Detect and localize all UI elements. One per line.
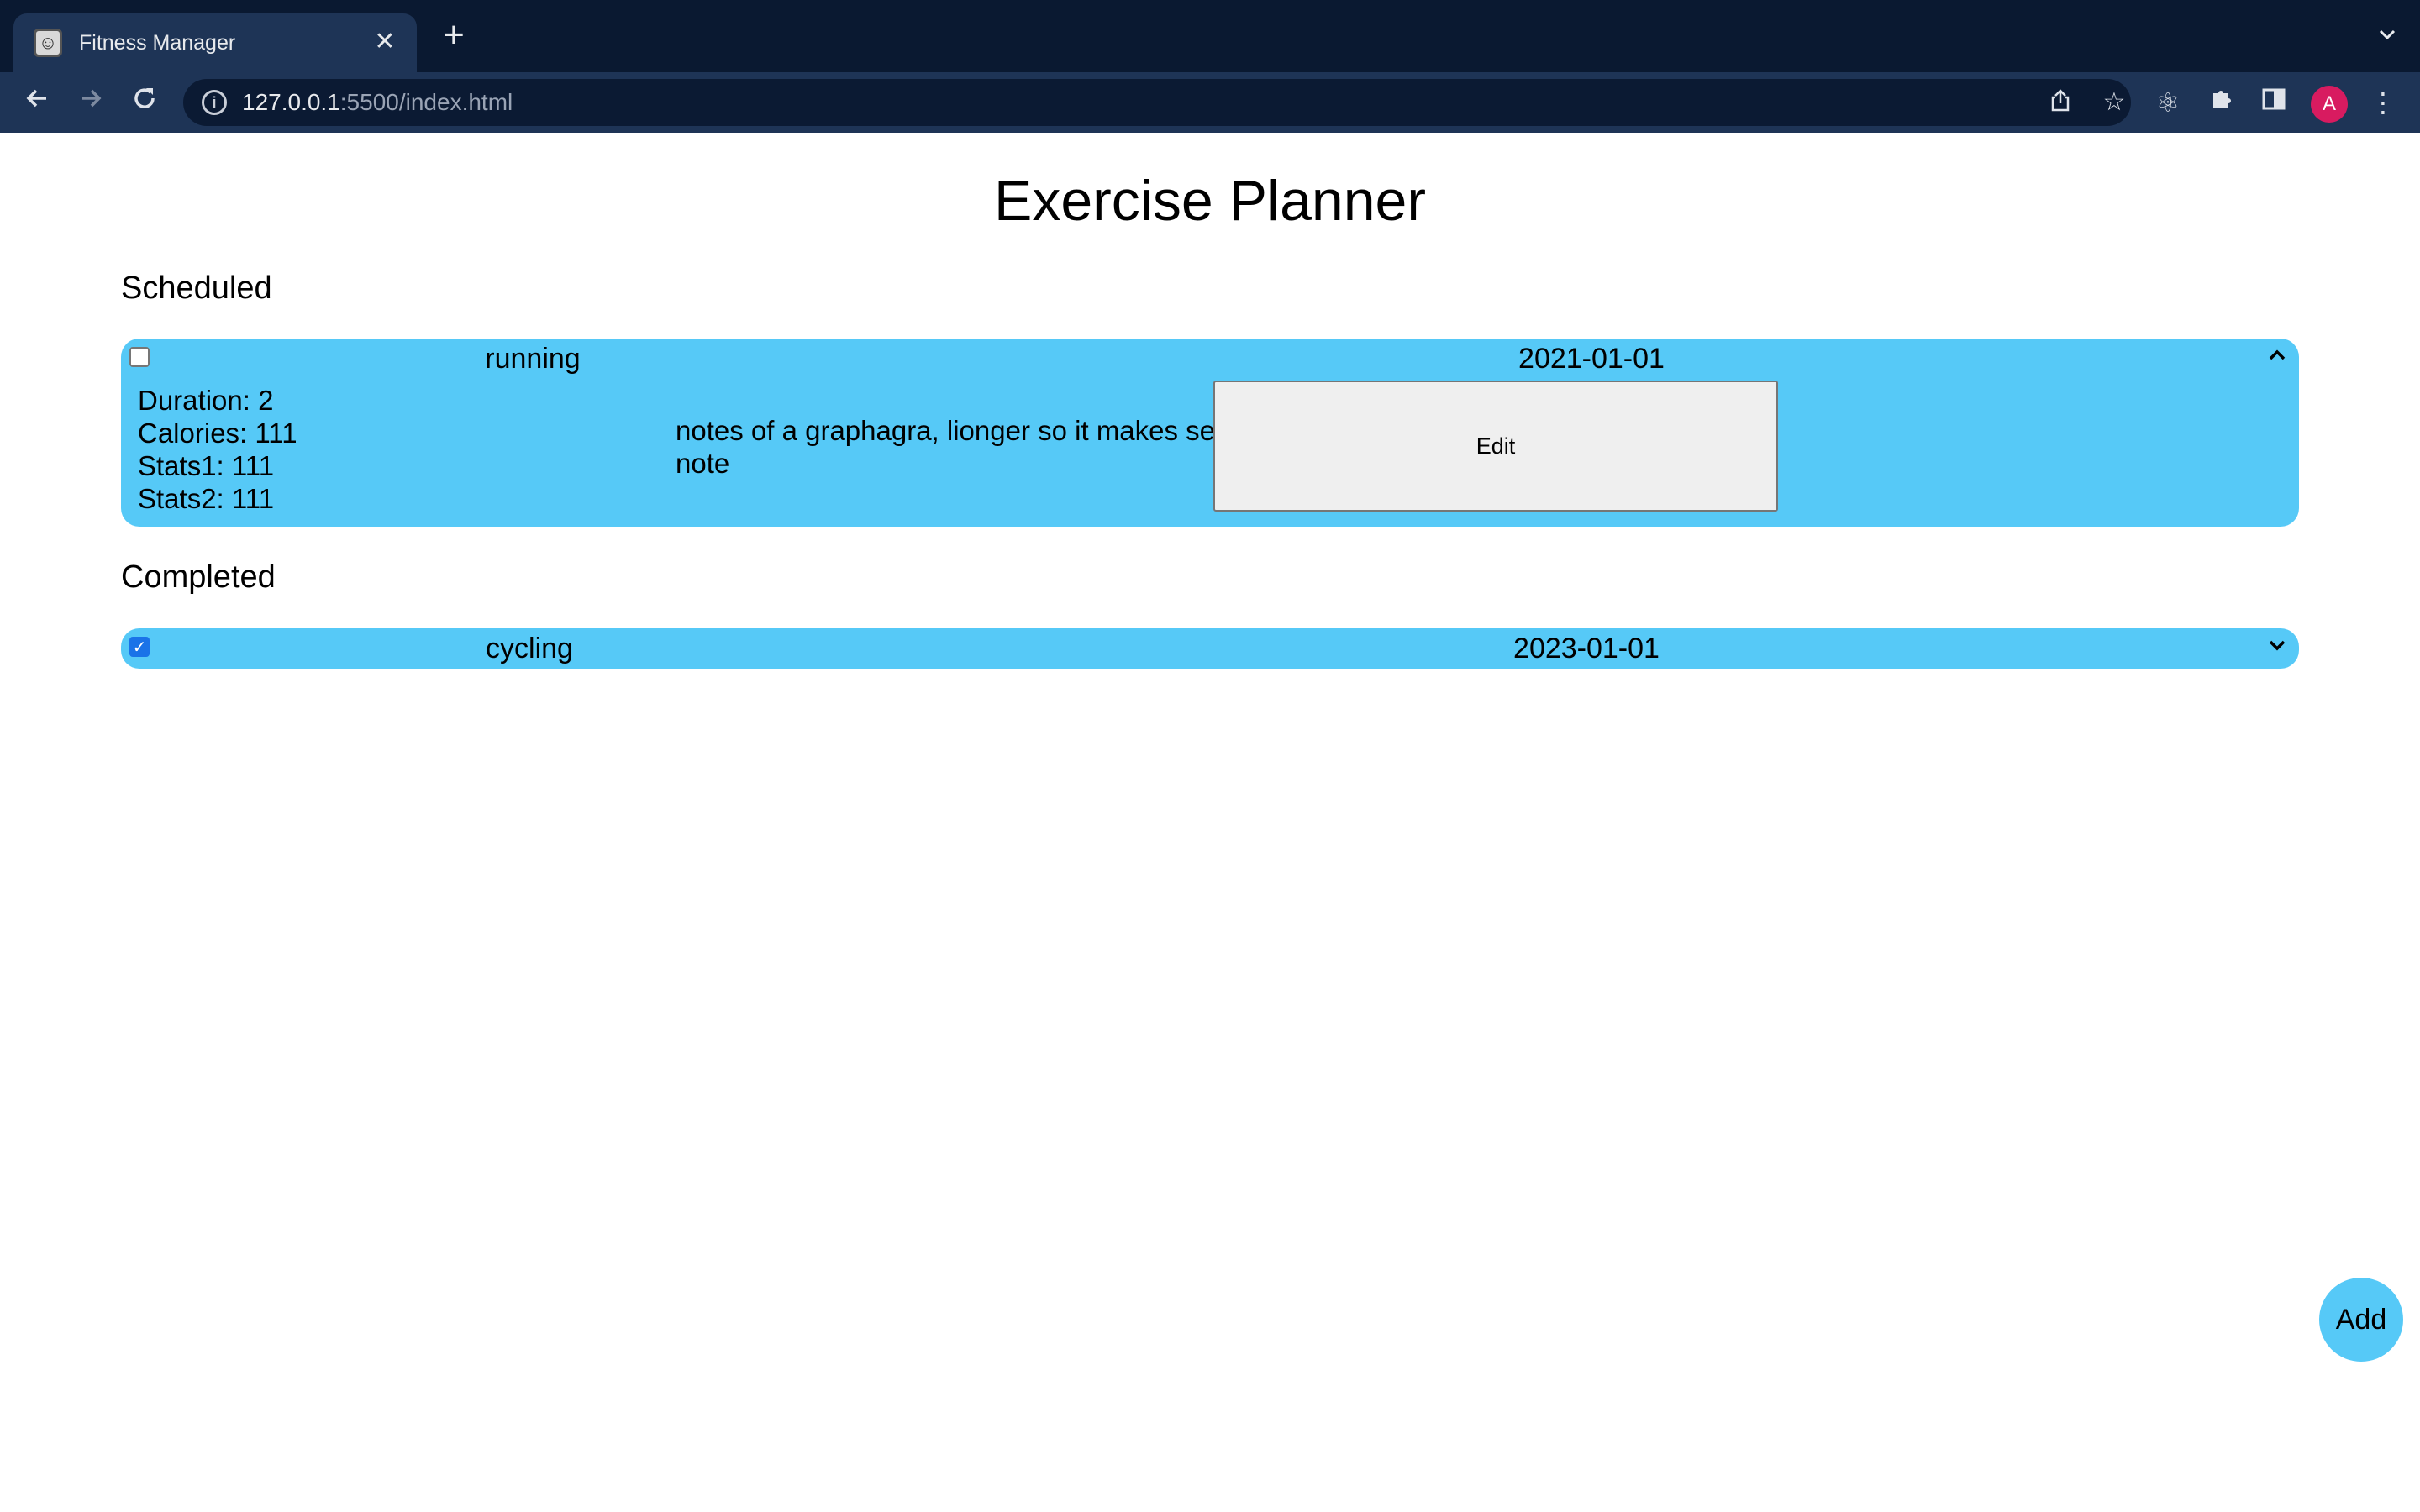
completed-heading: Completed [121,559,276,595]
browser-menu-icon[interactable]: ⋮ [2365,84,2402,121]
extensions-puzzle-icon[interactable] [2203,84,2240,121]
new-tab-icon[interactable]: + [435,17,472,55]
exercise-card-header[interactable]: ✓ cycling 2023-01-01 [121,628,2299,669]
browser-tab-active[interactable]: ☺ Fitness Manager ✕ [13,13,417,72]
back-arrow-icon[interactable] [17,82,57,123]
browser-chrome: ☺ Fitness Manager ✕ + i 127.0.0.1:5500/i… [0,0,2420,133]
site-info-icon[interactable]: i [202,90,227,115]
exercise-card-completed: ✓ cycling 2023-01-01 [121,628,2299,669]
exercise-date: 2021-01-01 [1518,343,1665,375]
complete-checkbox[interactable]: ✓ [129,637,150,657]
close-tab-icon[interactable]: ✕ [368,25,402,59]
tab-strip: ☺ Fitness Manager ✕ + [0,0,2420,72]
exercise-name: cycling [486,633,573,664]
exercise-date: 2023-01-01 [1513,633,1660,664]
reload-icon[interactable] [124,82,165,123]
add-exercise-button[interactable]: Add [2319,1278,2403,1362]
profile-avatar[interactable]: A [2311,86,2348,123]
duration-stat: Duration: 2 [138,385,274,416]
exercise-stats: Duration: 2 Calories: 111 Stats1: 111 St… [138,384,297,515]
react-devtools-icon[interactable]: ⚛ [2149,84,2186,121]
forward-arrow-icon[interactable] [71,82,111,123]
exercise-card-scheduled: running 2021-01-01 Duration: 2 Calories:… [121,339,2299,527]
stats2-stat: Stats2: 111 [138,483,275,514]
stats1-stat: Stats1: 111 [138,450,275,481]
url-host: 127.0.0.1 [242,89,340,115]
side-panel-icon[interactable] [2255,84,2292,121]
tab-search-icon[interactable] [2375,24,2400,49]
address-bar[interactable]: i 127.0.0.1:5500/index.html ☆ [183,79,2131,126]
exercise-name: running [485,343,581,375]
expand-chevron-down-icon[interactable] [2262,633,2292,664]
share-icon[interactable] [2045,87,2075,118]
url-path: :5500/index.html [339,89,513,115]
url-text[interactable]: 127.0.0.1:5500/index.html [242,89,513,116]
page-title: Exercise Planner [993,169,1427,233]
bookmark-star-icon[interactable]: ☆ [2099,87,2129,118]
scheduled-heading: Scheduled [121,270,272,306]
collapse-chevron-up-icon[interactable] [2262,344,2292,374]
favicon-icon: ☺ [34,29,62,57]
exercise-card-header[interactable]: running 2021-01-01 [121,339,2299,379]
tab-title: Fitness Manager [79,30,236,55]
edit-button[interactable]: Edit [1213,381,1778,512]
browser-toolbar: i 127.0.0.1:5500/index.html ☆ ⚛ A ⋮ [0,72,2420,133]
exercise-card-details: Duration: 2 Calories: 111 Stats1: 111 St… [121,379,2299,527]
calories-stat: Calories: 111 [138,417,297,449]
complete-checkbox[interactable] [129,347,150,367]
page-content: Exercise Planner Scheduled running 2021-… [0,133,2420,1512]
